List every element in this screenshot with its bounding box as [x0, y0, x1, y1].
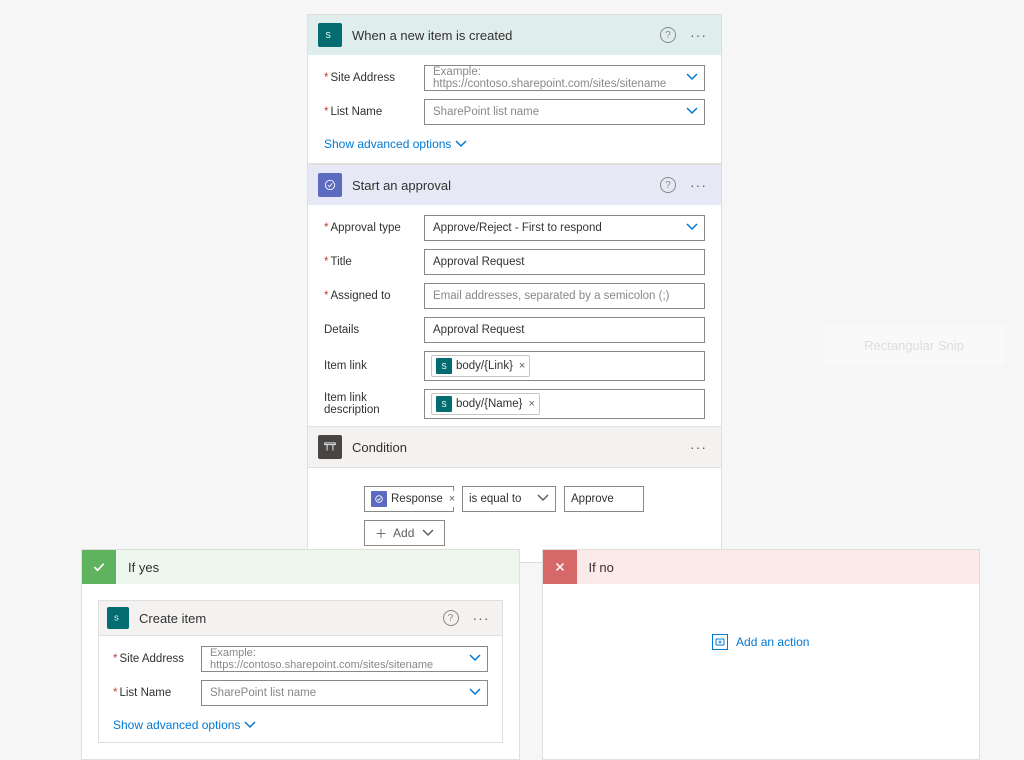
- chevron-down-icon: [686, 221, 698, 236]
- approval-card: Start an approval ? ··· *Approval type A…: [307, 164, 722, 458]
- details-label: Details: [324, 324, 424, 336]
- approval-type-input[interactable]: Approve/Reject - First to respond: [424, 215, 705, 241]
- approval-type-label: *Approval type: [324, 222, 424, 234]
- plus-icon: ＋: [375, 525, 387, 542]
- condition-operator-select[interactable]: is equal to: [462, 486, 556, 512]
- chevron-down-icon: [469, 686, 481, 701]
- remove-token-icon[interactable]: ×: [517, 360, 525, 372]
- show-advanced-link[interactable]: Show advanced options: [113, 718, 256, 732]
- if-yes-header[interactable]: If yes: [82, 550, 519, 584]
- site-address-input[interactable]: Example: https://contoso.sharepoint.com/…: [424, 65, 705, 91]
- dynamic-token[interactable]: S body/{Name} ×: [431, 393, 540, 415]
- snip-watermark: Rectangular Snip: [824, 325, 1004, 365]
- site-address-label: *Site Address: [113, 653, 201, 665]
- if-no-header[interactable]: If no: [543, 550, 980, 584]
- trigger-card: S When a new item is created ? ··· *Site…: [307, 14, 722, 164]
- more-icon[interactable]: ···: [686, 177, 711, 193]
- sharepoint-icon: S: [318, 23, 342, 47]
- check-icon: [82, 550, 116, 584]
- details-input[interactable]: Approval Request: [424, 317, 705, 343]
- if-yes-label: If yes: [128, 560, 159, 575]
- item-link-label: Item link: [324, 360, 424, 372]
- add-condition-button[interactable]: ＋ Add: [364, 520, 445, 546]
- condition-left-input[interactable]: Response ×: [364, 486, 454, 512]
- chevron-down-icon: [686, 71, 698, 86]
- more-icon[interactable]: ···: [686, 27, 711, 43]
- assigned-input[interactable]: Email addresses, separated by a semicolo…: [424, 283, 705, 309]
- more-icon[interactable]: ···: [469, 610, 494, 626]
- dynamic-token[interactable]: S body/{Link} ×: [431, 355, 530, 377]
- help-icon[interactable]: ?: [660, 177, 676, 193]
- site-address-input[interactable]: Example: https://contoso.sharepoint.com/…: [201, 646, 488, 672]
- site-address-label: *Site Address: [324, 72, 424, 84]
- item-link-desc-label: Item link description: [324, 392, 424, 416]
- svg-text:S: S: [325, 31, 331, 40]
- create-item-title: Create item: [139, 611, 433, 626]
- plus-icon: [712, 634, 728, 650]
- list-name-label: *List Name: [324, 106, 424, 118]
- item-link-input[interactable]: S body/{Link} ×: [424, 351, 705, 381]
- condition-value-input[interactable]: Approve: [564, 486, 644, 512]
- title-input[interactable]: Approval Request: [424, 249, 705, 275]
- help-icon[interactable]: ?: [443, 610, 459, 626]
- trigger-title: When a new item is created: [352, 28, 650, 43]
- remove-token-icon[interactable]: ×: [447, 493, 455, 505]
- remove-token-icon[interactable]: ×: [527, 398, 535, 410]
- list-name-input[interactable]: SharePoint list name: [201, 680, 488, 706]
- svg-text:S: S: [114, 616, 119, 623]
- if-no-label: If no: [589, 560, 614, 575]
- assigned-label: *Assigned to: [324, 290, 424, 302]
- if-no-branch: If no Add an action: [542, 549, 981, 760]
- sharepoint-icon: S: [436, 396, 452, 412]
- sharepoint-icon: S: [436, 358, 452, 374]
- trigger-header[interactable]: S When a new item is created ? ···: [308, 15, 721, 55]
- dynamic-token[interactable]: Response ×: [371, 491, 455, 507]
- approval-title: Start an approval: [352, 178, 650, 193]
- chevron-down-icon: [537, 492, 549, 507]
- condition-icon: [318, 435, 342, 459]
- help-icon[interactable]: ?: [660, 27, 676, 43]
- item-link-desc-input[interactable]: S body/{Name} ×: [424, 389, 705, 419]
- sharepoint-icon: S: [107, 607, 129, 629]
- approval-icon: [318, 173, 342, 197]
- create-item-header[interactable]: S Create item ? ···: [99, 601, 502, 636]
- chevron-down-icon: [686, 105, 698, 120]
- close-icon: [543, 550, 577, 584]
- create-item-card: S Create item ? ··· *Site Address Exampl…: [98, 600, 503, 743]
- condition-title: Condition: [352, 440, 676, 455]
- chevron-down-icon: [469, 652, 481, 667]
- title-label: *Title: [324, 256, 424, 268]
- condition-card: Condition ··· Response × is equal to: [307, 426, 722, 563]
- list-name-label: *List Name: [113, 687, 201, 699]
- add-action-button[interactable]: Add an action: [543, 584, 980, 700]
- approval-icon: [371, 491, 387, 507]
- show-advanced-link[interactable]: Show advanced options: [324, 137, 467, 151]
- more-icon[interactable]: ···: [686, 439, 711, 455]
- approval-header[interactable]: Start an approval ? ···: [308, 165, 721, 205]
- list-name-input[interactable]: SharePoint list name: [424, 99, 705, 125]
- if-yes-branch: If yes S Create item ? ··· *Site Address…: [81, 549, 520, 760]
- condition-header[interactable]: Condition ···: [308, 427, 721, 468]
